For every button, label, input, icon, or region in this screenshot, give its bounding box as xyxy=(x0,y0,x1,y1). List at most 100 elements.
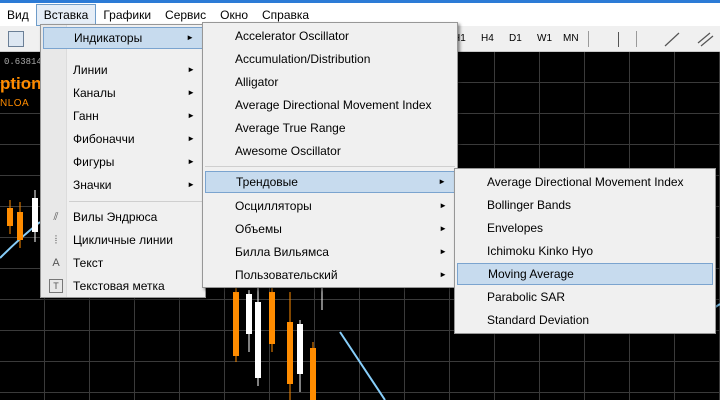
menu-item-label: Значки xyxy=(73,178,112,192)
menu-item-label: Alligator xyxy=(235,75,279,89)
menu-item-label: Ганн xyxy=(73,109,99,123)
indicator-group-trend[interactable]: Трендовые ► xyxy=(205,171,455,193)
candle xyxy=(246,294,252,334)
brand-watermark: ption xyxy=(0,74,42,93)
candle xyxy=(287,322,293,384)
menu-item-label: Standard Deviation xyxy=(487,313,590,327)
indicator-alligator[interactable]: Alligator xyxy=(205,71,455,93)
menu-item-label: Объемы xyxy=(235,222,282,236)
indicators-submenu: Accelerator Oscillator Accumulation/Dist… xyxy=(202,22,458,288)
text-icon: A xyxy=(52,257,60,269)
candle xyxy=(233,292,239,356)
candle xyxy=(7,208,13,226)
submenu-arrow-icon: ► xyxy=(439,224,447,233)
menu-item-label: Цикличные линии xyxy=(73,233,173,247)
channel-tool-icon[interactable] xyxy=(696,31,714,47)
trend-indicator-parabolic-sar[interactable]: Parabolic SAR xyxy=(457,286,713,308)
submenu-arrow-icon: ► xyxy=(439,270,447,279)
indicator-group-custom[interactable]: Пользовательский ► xyxy=(205,264,455,286)
menu-insert[interactable]: Вставка xyxy=(35,3,97,26)
menu-item-fibonacci[interactable]: Фибоначчи ► xyxy=(43,128,203,150)
menu-item-label: Вилы Эндрюса xyxy=(73,210,158,224)
menu-separator xyxy=(205,166,455,167)
menu-item-gann[interactable]: Ганн ► xyxy=(43,105,203,127)
trend-indicator-ichimoku[interactable]: Ichimoku Kinko Hyo xyxy=(457,240,713,262)
submenu-arrow-icon: ► xyxy=(438,177,446,186)
text-label-icon: T xyxy=(49,279,63,293)
indicator-accumulation-distribution[interactable]: Accumulation/Distribution xyxy=(205,48,455,70)
menu-item-text[interactable]: A Текст xyxy=(43,252,203,274)
indicator-atr[interactable]: Average True Range xyxy=(205,117,455,139)
submenu-arrow-icon: ► xyxy=(187,65,195,74)
toolbar-separator xyxy=(588,31,589,47)
candle xyxy=(297,324,303,374)
trend-indicator-moving-average[interactable]: Moving Average xyxy=(457,263,713,285)
insert-menu: Индикаторы ► Линии ► Каналы ► Ганн ► Фиб… xyxy=(40,24,206,298)
toolbar-separator xyxy=(636,31,637,47)
indicator-group-volumes[interactable]: Объемы ► xyxy=(205,218,455,240)
submenu-arrow-icon: ► xyxy=(187,134,195,143)
indicator-adx[interactable]: Average Directional Movement Index xyxy=(205,94,455,116)
menu-item-label: Индикаторы xyxy=(74,31,143,45)
indicator-accelerator-oscillator[interactable]: Accelerator Oscillator xyxy=(205,25,455,47)
menu-item-label: Average Directional Movement Index xyxy=(487,175,684,189)
indicator-group-oscillators[interactable]: Осцилляторы ► xyxy=(205,195,455,217)
submenu-arrow-icon: ► xyxy=(187,88,195,97)
candle xyxy=(269,292,275,344)
window-icon[interactable] xyxy=(8,31,24,47)
indicator-awesome-oscillator[interactable]: Awesome Oscillator xyxy=(205,140,455,162)
submenu-arrow-icon: ► xyxy=(439,247,447,256)
timeframe-w1[interactable]: W1 xyxy=(537,32,552,46)
candle xyxy=(310,348,316,400)
menu-item-label: Accumulation/Distribution xyxy=(235,52,371,66)
timeframe-d1[interactable]: D1 xyxy=(509,32,522,46)
trendline-tool-icon[interactable] xyxy=(664,32,680,47)
submenu-arrow-icon: ► xyxy=(187,180,195,189)
menu-item-text-label[interactable]: T Текстовая метка xyxy=(43,275,203,297)
menu-item-label: Билла Вильямса xyxy=(235,245,329,259)
trend-indicator-standard-deviation[interactable]: Standard Deviation xyxy=(457,309,713,331)
candle xyxy=(32,198,38,232)
menu-item-label: Текст xyxy=(73,256,104,270)
candles-left xyxy=(7,190,38,248)
cycle-lines-icon: ⦙ xyxy=(54,234,58,246)
menu-item-label: Moving Average xyxy=(488,267,574,281)
price-readout: 0.63814 xyxy=(4,57,42,67)
menu-charts[interactable]: Графики xyxy=(96,4,158,26)
menu-item-arrows[interactable]: Значки ► xyxy=(43,174,203,196)
menu-item-shapes[interactable]: Фигуры ► xyxy=(43,151,203,173)
trend-indicator-adx[interactable]: Average Directional Movement Index xyxy=(457,171,713,193)
menu-item-label: Пользовательский xyxy=(235,268,338,282)
candle xyxy=(255,302,261,378)
menu-item-label: Parabolic SAR xyxy=(487,290,566,304)
vertical-line-tool-icon[interactable] xyxy=(618,32,619,47)
menu-item-label: Текстовая метка xyxy=(73,279,165,293)
andrews-pitchfork-icon: ⫽ xyxy=(53,211,59,223)
submenu-arrow-icon: ► xyxy=(187,157,195,166)
timeframe-h4[interactable]: H4 xyxy=(481,32,494,46)
indicator-group-bill-williams[interactable]: Билла Вильямса ► xyxy=(205,241,455,263)
menu-separator xyxy=(69,201,203,202)
menu-item-label: Трендовые xyxy=(236,175,298,189)
menu-item-cycle-lines[interactable]: ⦙ Цикличные линии xyxy=(43,229,203,251)
menu-item-andrews-pitchfork[interactable]: ⫽ Вилы Эндрюса xyxy=(43,206,203,228)
brand-watermark-sub: NLOA xyxy=(0,98,30,109)
menu-item-channels[interactable]: Каналы ► xyxy=(43,82,203,104)
submenu-arrow-icon: ► xyxy=(187,111,195,120)
menu-item-label: Осцилляторы xyxy=(235,199,312,213)
menu-item-label: Accelerator Oscillator xyxy=(235,29,350,43)
menu-item-lines[interactable]: Линии ► xyxy=(43,59,203,81)
trend-indicator-bollinger-bands[interactable]: Bollinger Bands xyxy=(457,194,713,216)
candles-middle xyxy=(233,288,323,400)
menu-item-label: Bollinger Bands xyxy=(487,198,572,212)
menu-view[interactable]: Вид xyxy=(0,4,36,26)
menu-item-label: Average True Range xyxy=(235,121,346,135)
menu-item-label: Фигуры xyxy=(73,155,115,169)
submenu-arrow-icon: ► xyxy=(439,201,447,210)
trend-indicator-envelopes[interactable]: Envelopes xyxy=(457,217,713,239)
timeframe-mn[interactable]: MN xyxy=(563,32,579,46)
menu-item-indicators[interactable]: Индикаторы ► xyxy=(43,27,203,49)
menu-item-label: Фибоначчи xyxy=(73,132,135,146)
menu-item-label: Envelopes xyxy=(487,221,544,235)
candle xyxy=(17,212,23,240)
